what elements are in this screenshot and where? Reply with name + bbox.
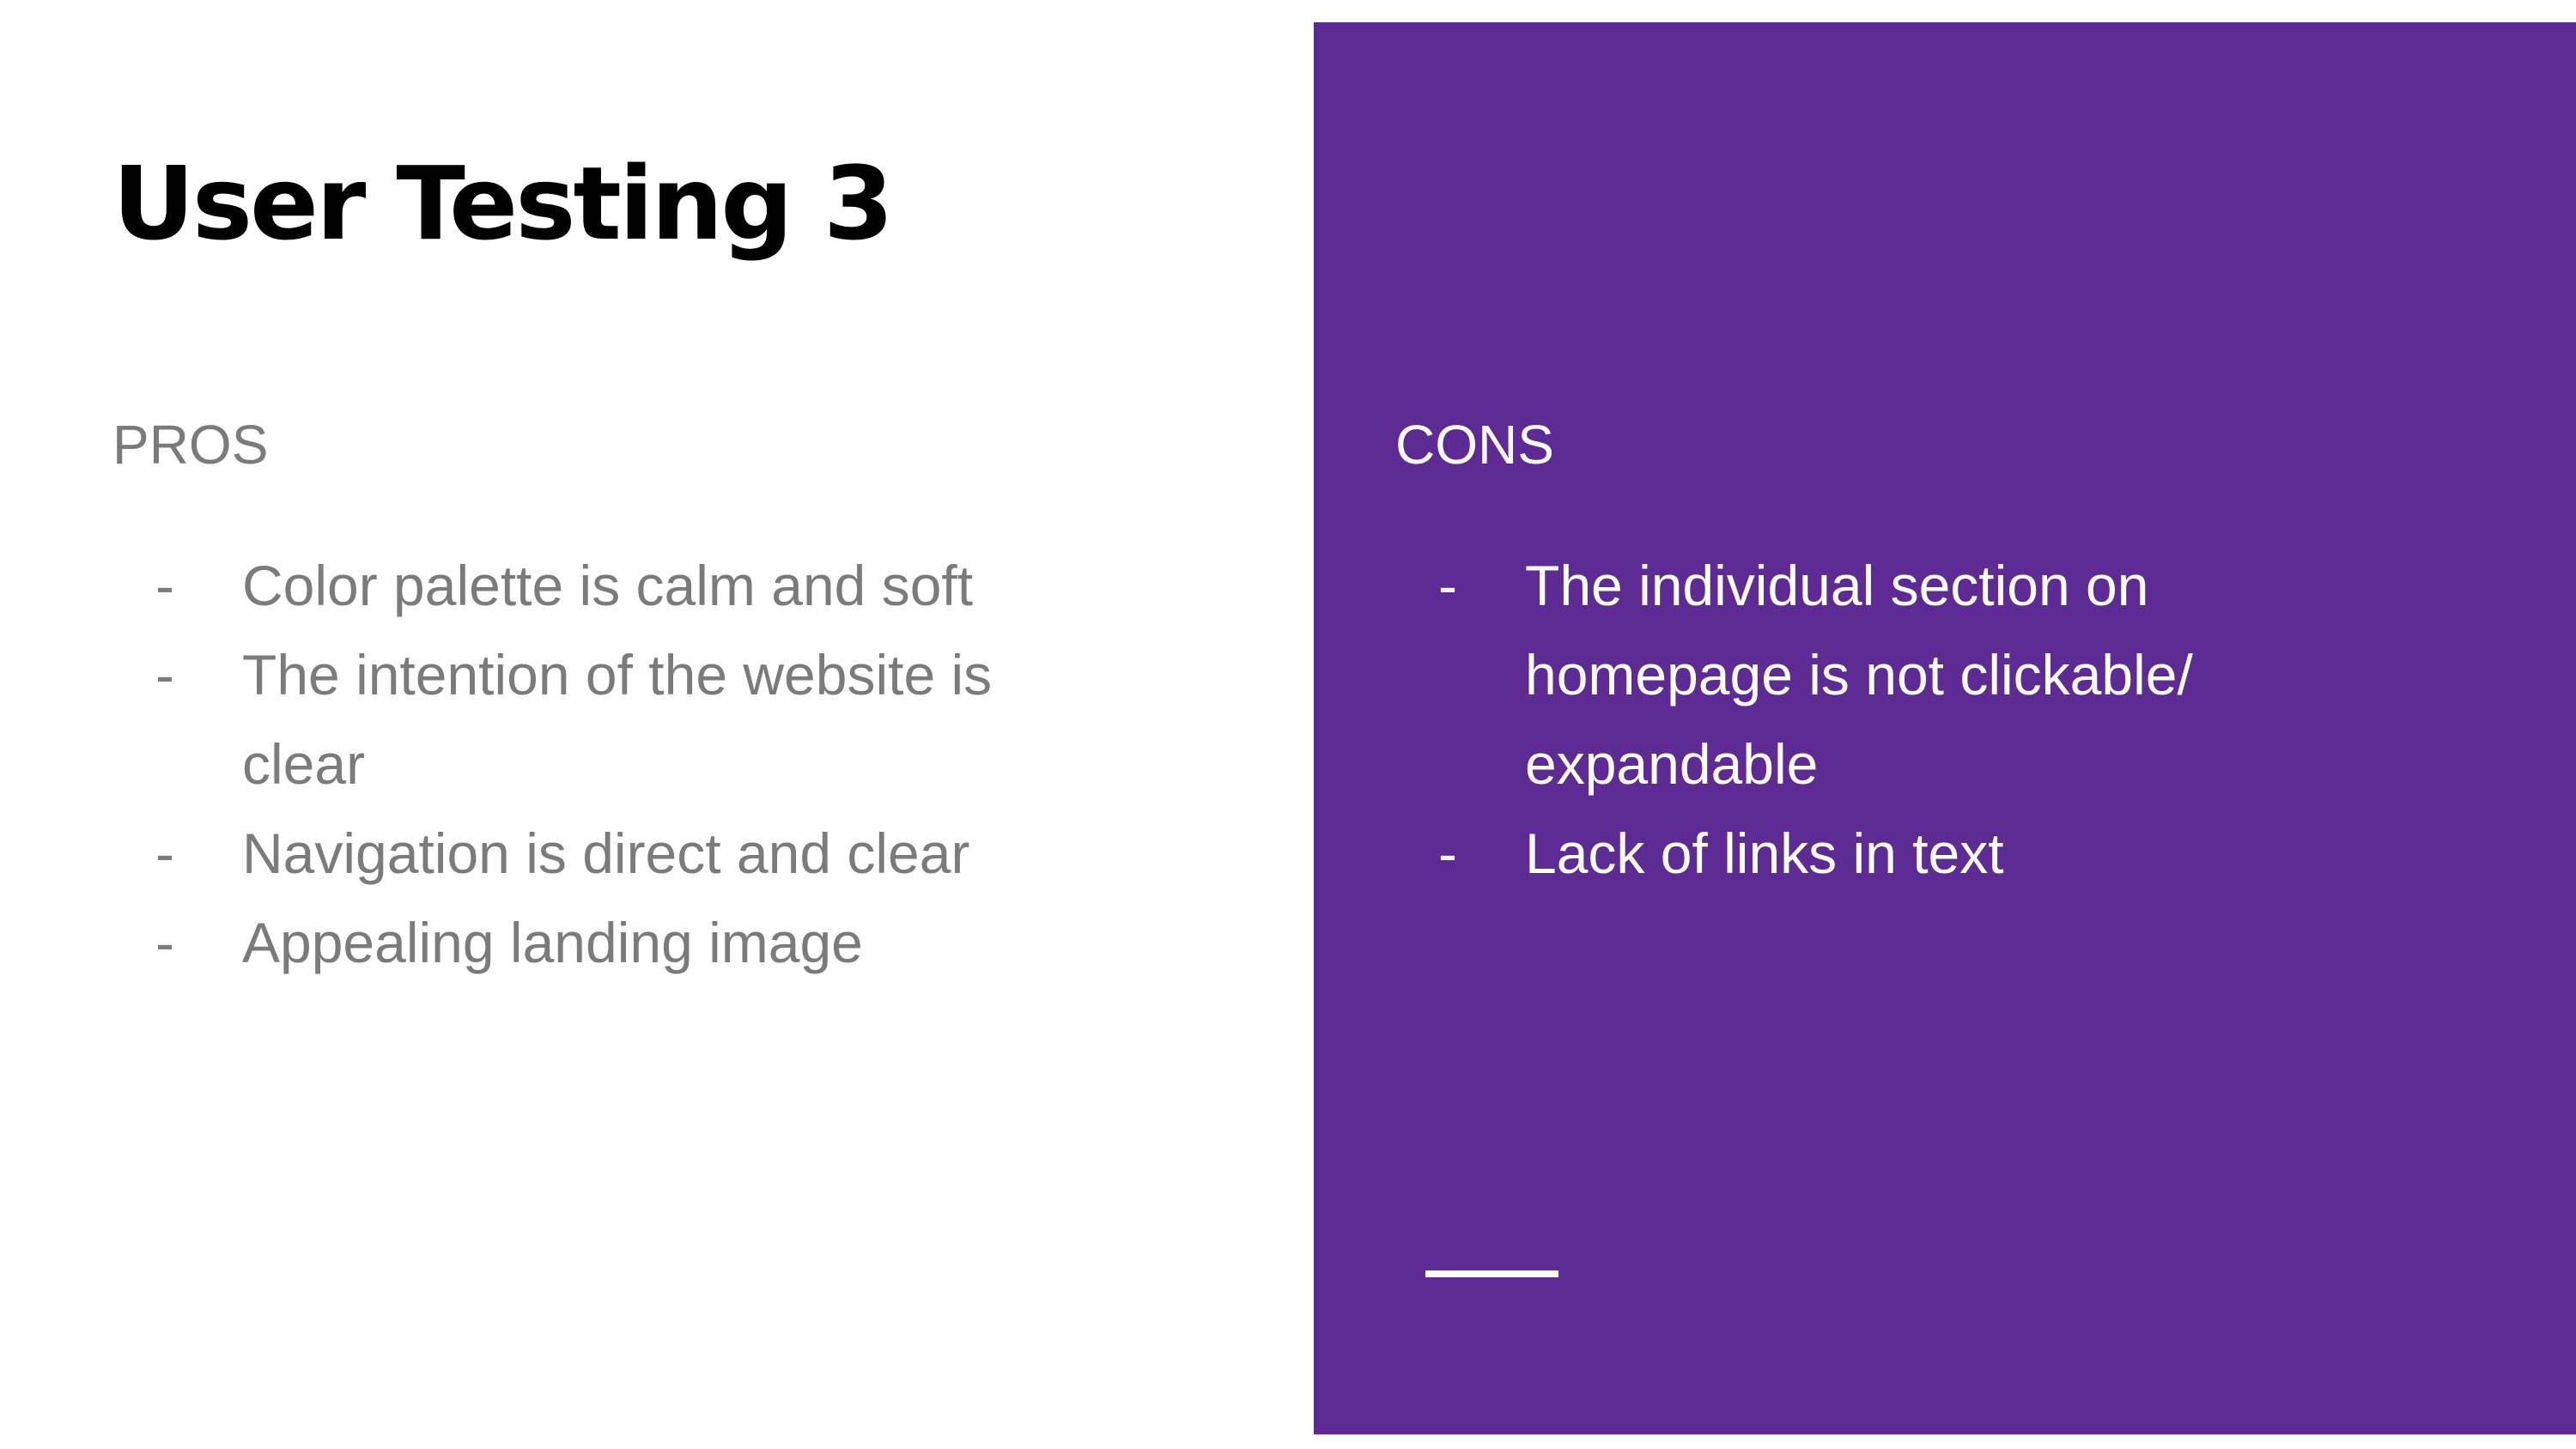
slide-title: User Testing 3 [112,144,894,263]
cons-item-text: expandable [1525,732,1819,796]
pros-item: - Appealing landing image [112,898,1186,987]
cons-item: - The individual section on [1395,541,2469,630]
cons-panel: CONS - The individual section on homepag… [1314,22,2576,1434]
pros-item: - Color palette is calm and soft [112,541,1186,630]
cons-item-continuation: homepage is not clickable/ [1395,630,2469,719]
pros-item: - The intention of the website is [112,630,1186,719]
bullet-dash: - [1438,822,1457,885]
cons-item-text: The individual section on [1525,554,2149,617]
pros-column: PROS - Color palette is calm and soft - … [112,403,1186,987]
pros-item-text: Color palette is calm and soft [242,554,974,617]
pros-item: - Navigation is direct and clear [112,809,1186,898]
pros-item-text: clear [242,732,366,796]
bullet-dash: - [155,822,174,885]
pros-list: - Color palette is calm and soft - The i… [112,541,1186,987]
cons-item-continuation: expandable [1395,719,2469,809]
pros-item-text: The intention of the website is [242,643,993,706]
cons-list: - The individual section on homepage is … [1395,541,2469,898]
pros-item-text: Appealing landing image [242,911,863,974]
cons-item: - Lack of links in text [1395,809,2469,898]
accent-divider [1425,1270,1558,1277]
slide: User Testing 3 PROS - Color palette is c… [0,0,2576,1449]
pros-heading: PROS [112,414,269,476]
cons-column: CONS - The individual section on homepag… [1395,403,2469,898]
pros-item-text: Navigation is direct and clear [242,822,970,885]
pros-item-continuation: clear [112,719,1186,809]
cons-heading: CONS [1395,414,1554,476]
bullet-dash: - [1438,554,1457,617]
bullet-dash: - [155,911,174,974]
cons-item-text: homepage is not clickable/ [1525,643,2193,706]
bullet-dash: - [155,643,174,706]
cons-item-text: Lack of links in text [1525,822,2004,885]
bullet-dash: - [155,554,174,617]
